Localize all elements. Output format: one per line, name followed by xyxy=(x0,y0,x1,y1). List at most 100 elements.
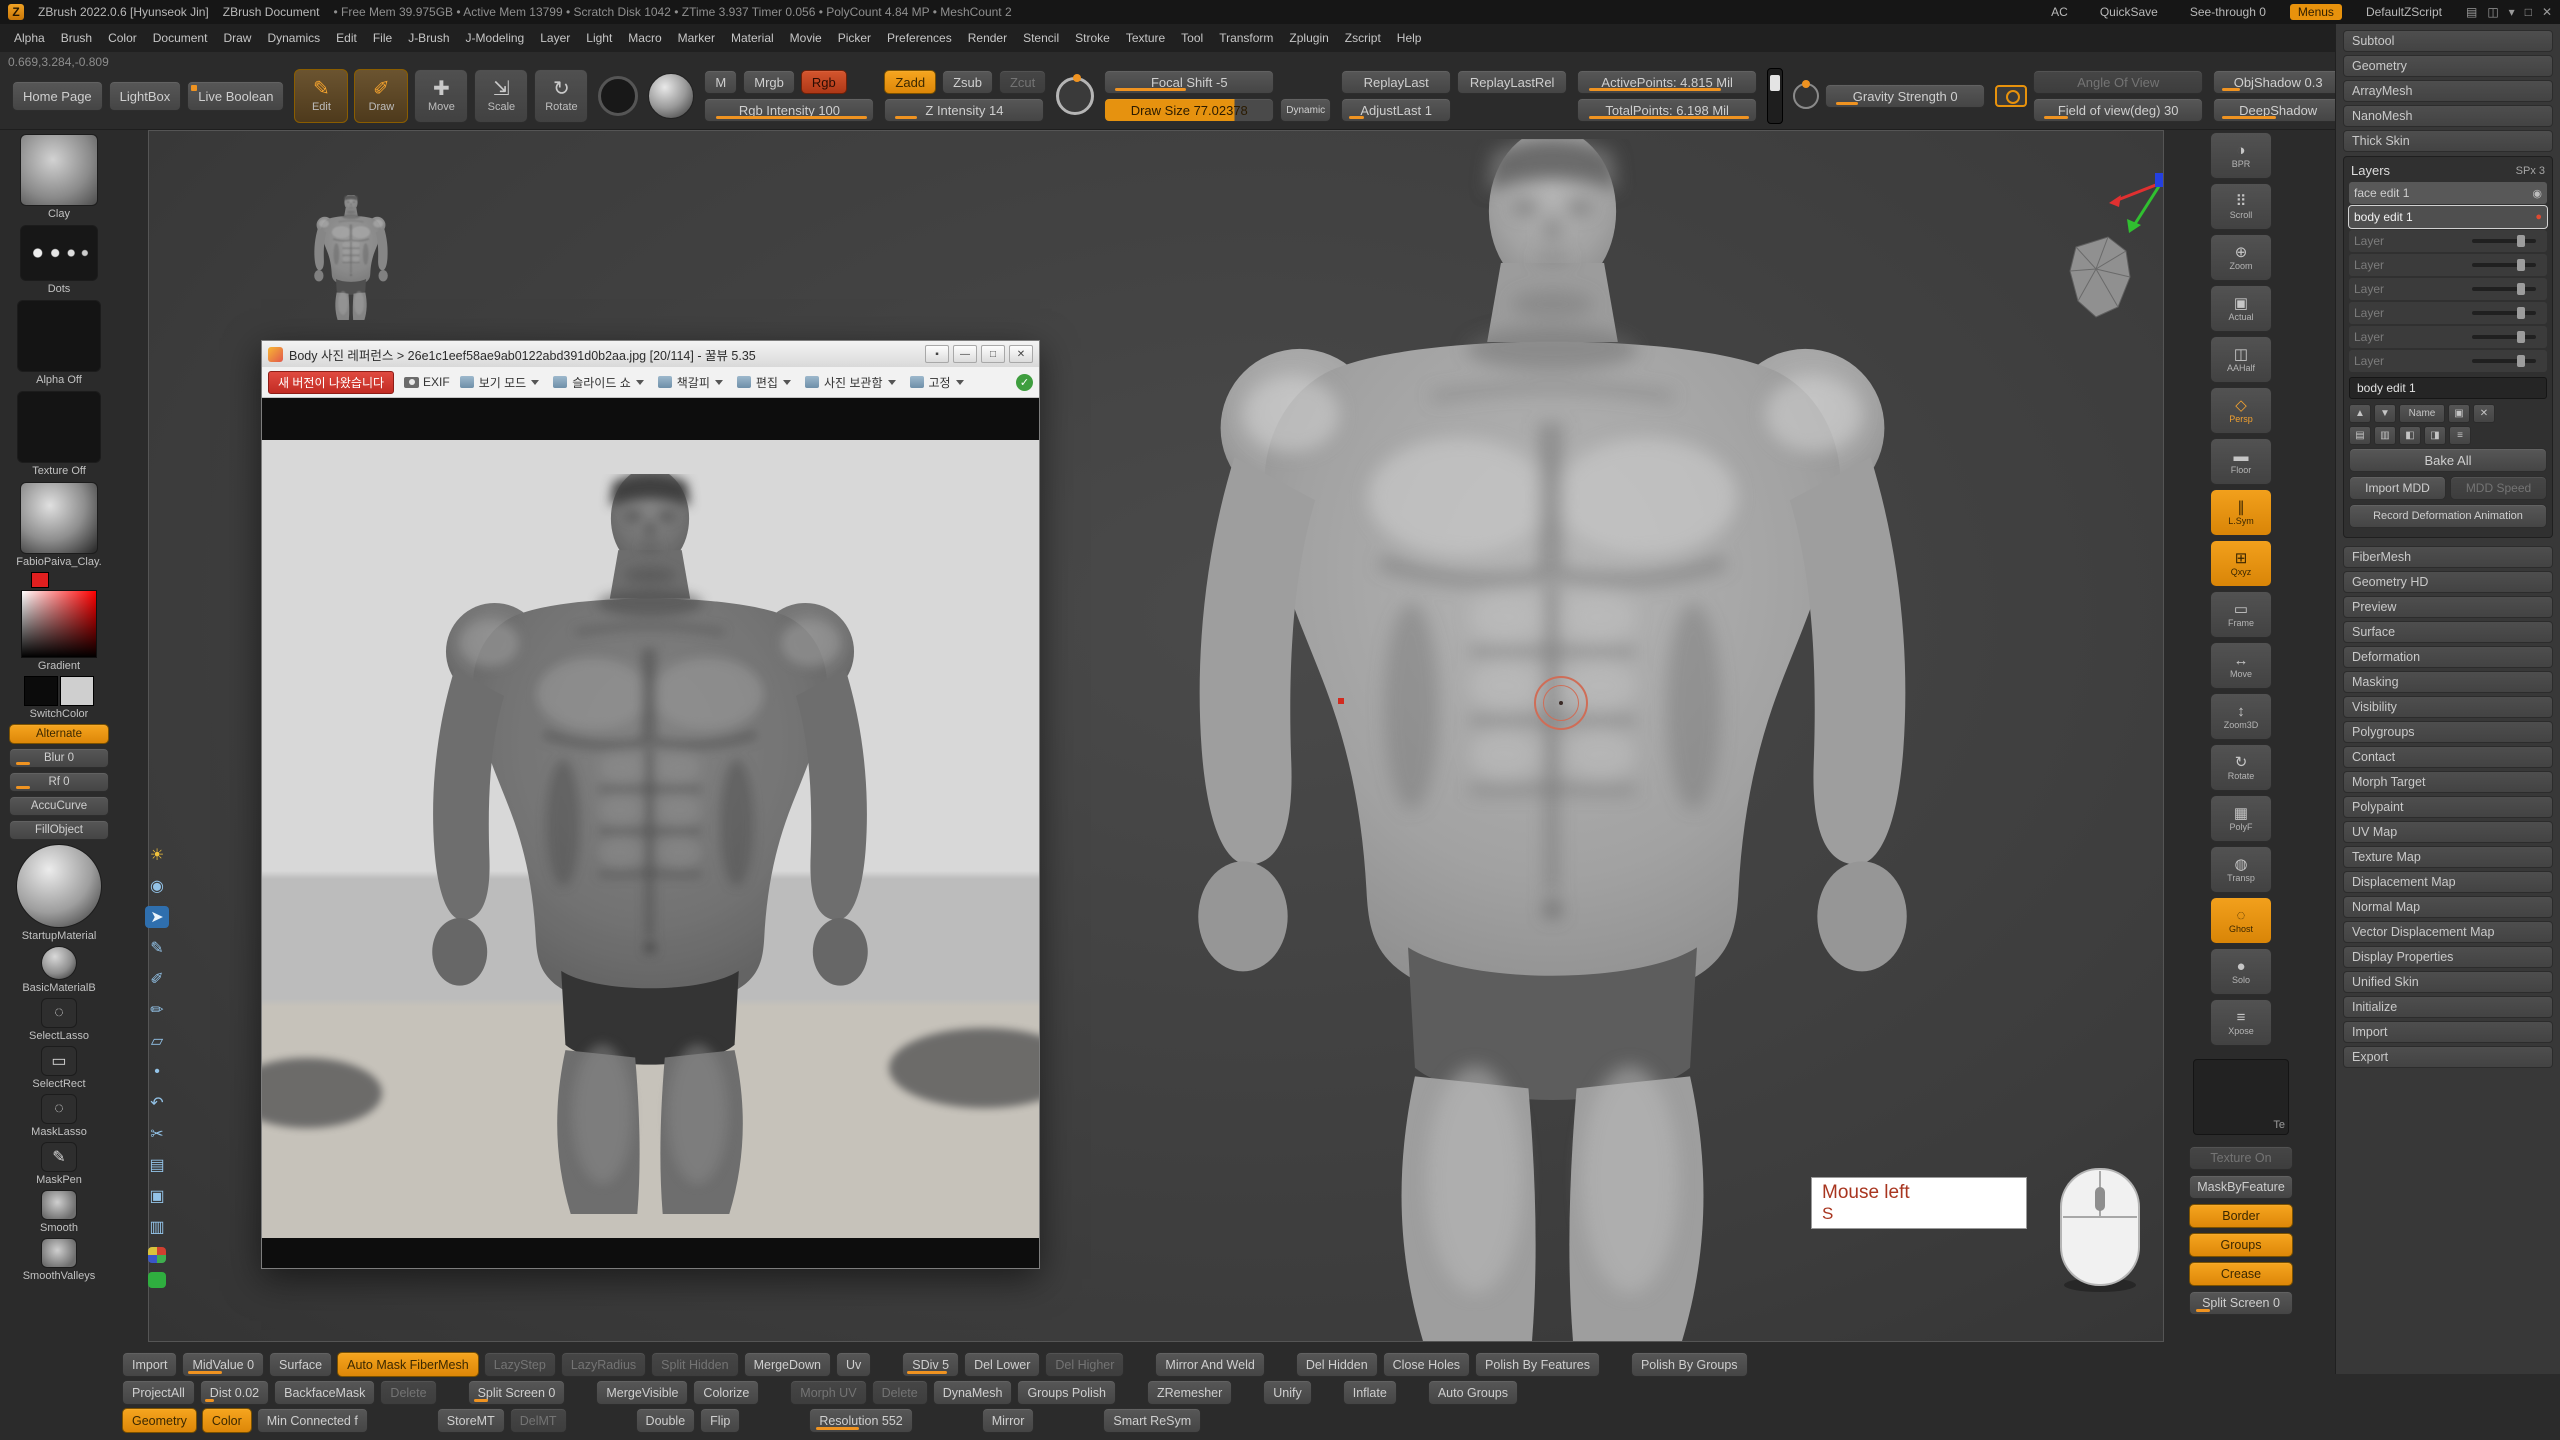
bottom-bar-button[interactable]: Geometry xyxy=(122,1408,197,1433)
menu-item[interactable]: Render xyxy=(960,24,1015,52)
tray-thumbnail[interactable] xyxy=(41,1190,77,1220)
obj-shadow-slider[interactable]: ObjShadow 0.3 xyxy=(2213,70,2343,94)
titlebar-quick-button[interactable]: Menus xyxy=(2290,4,2342,20)
rail-bottom-button[interactable]: Crease xyxy=(2189,1262,2293,1286)
shelf-nav-button[interactable]: Home Page xyxy=(12,81,103,111)
menu-item[interactable]: Zplugin xyxy=(1281,24,1336,52)
replay-last-rel-button[interactable]: ReplayLastRel xyxy=(1457,70,1567,94)
rail-button[interactable]: ⠿ Scroll xyxy=(2210,183,2272,230)
titlebar-icon[interactable]: ◫ xyxy=(2487,5,2498,19)
rgb-button[interactable]: Rgb xyxy=(801,70,847,94)
tray-thumbnail[interactable] xyxy=(17,391,101,463)
shelf-nav-button[interactable]: Live Boolean xyxy=(187,81,284,111)
bottom-bar-button[interactable]: Groups Polish xyxy=(1017,1380,1116,1405)
rail-button[interactable]: ◇ Persp xyxy=(2210,387,2272,434)
menu-item[interactable]: Alpha xyxy=(6,24,53,52)
tray-thumbnail[interactable] xyxy=(41,1238,77,1268)
bottom-bar-button[interactable]: Resolution 552 xyxy=(809,1408,912,1433)
bottom-bar-button[interactable]: Split Hidden xyxy=(651,1352,738,1377)
palette-section[interactable]: Subtool xyxy=(2343,30,2553,52)
layer-intensity-slider[interactable] xyxy=(2472,335,2536,339)
layer-intensity-slider[interactable] xyxy=(2472,287,2536,291)
mdd-speed-button[interactable]: MDD Speed xyxy=(2450,476,2547,500)
mono-button[interactable]: M xyxy=(704,70,737,94)
titlebar-icon[interactable]: ✕ xyxy=(2542,5,2552,19)
side-tool-icon[interactable]: ▤ xyxy=(145,1154,169,1176)
zadd-button[interactable]: Zadd xyxy=(884,70,936,94)
rail-button[interactable]: ∥ L.Sym xyxy=(2210,489,2272,536)
tray-thumbnail[interactable] xyxy=(17,300,101,372)
bottom-bar-button[interactable]: Del Higher xyxy=(1045,1352,1124,1377)
layer-reorder-button[interactable]: ▲ xyxy=(2349,404,2371,423)
palette-section[interactable]: Import xyxy=(2343,1021,2553,1043)
rail-button[interactable]: ◌ Ghost xyxy=(2210,897,2272,944)
dynamic-toggle[interactable]: Dynamic xyxy=(1280,98,1331,122)
tray-selector[interactable]: SmoothValleys xyxy=(23,1238,96,1282)
deep-shadow-slider[interactable]: DeepShadow xyxy=(2213,98,2343,122)
layer-intensity-slider[interactable] xyxy=(2472,239,2536,243)
rail-button[interactable]: ⊕ Zoom xyxy=(2210,234,2272,281)
tray-selector[interactable]: Texture Off xyxy=(17,391,101,477)
transform-tool-button[interactable]: ⇲ Scale xyxy=(474,69,528,123)
palette-section[interactable]: Initialize xyxy=(2343,996,2553,1018)
bottom-bar-button[interactable]: Auto Groups xyxy=(1428,1380,1518,1405)
side-tool-icon[interactable]: ☀ xyxy=(145,844,169,866)
sculpt-model[interactable] xyxy=(1071,139,2034,1342)
rail-button[interactable]: ▣ Actual xyxy=(2210,285,2272,332)
menu-item[interactable]: Material xyxy=(723,24,782,52)
draw-size-slider[interactable]: Draw Size 77.02378 xyxy=(1104,98,1274,122)
menu-item[interactable]: Movie xyxy=(782,24,830,52)
bottom-bar-button[interactable]: Min Connected f xyxy=(257,1408,368,1433)
menu-item[interactable]: Zscript xyxy=(1337,24,1389,52)
side-tool-icon[interactable]: ✏ xyxy=(145,999,169,1021)
bottom-bar-button[interactable]: Surface xyxy=(269,1352,332,1377)
palette-section[interactable]: Geometry HD xyxy=(2343,571,2553,593)
rail-bottom-button[interactable]: Texture On xyxy=(2189,1146,2293,1170)
tray-button[interactable]: Blur 0 xyxy=(9,748,109,768)
palette-section[interactable]: UV Map xyxy=(2343,821,2553,843)
secondary-color-swatch[interactable] xyxy=(60,676,94,706)
color-picker[interactable]: Gradient xyxy=(21,572,97,672)
transform-tool-button[interactable]: ✐ Draw xyxy=(354,69,408,123)
tray-button[interactable]: Alternate xyxy=(9,724,109,744)
rail-button[interactable]: ▦ PolyF xyxy=(2210,795,2272,842)
tray-selector[interactable]: ◌ MaskLasso xyxy=(31,1094,87,1138)
tray-thumbnail[interactable]: ▭ xyxy=(41,1046,77,1076)
menu-item[interactable]: Marker xyxy=(670,24,723,52)
side-tool-icon[interactable]: • xyxy=(145,1061,169,1083)
bottom-bar-button[interactable]: Colorize xyxy=(693,1380,759,1405)
titlebar-quick-button[interactable]: AC xyxy=(2043,4,2076,20)
angle-of-view-button[interactable]: Angle Of View xyxy=(2033,70,2203,94)
rail-button[interactable]: ● Solo xyxy=(2210,948,2272,995)
menu-item[interactable]: Texture xyxy=(1118,24,1173,52)
stroke-preview[interactable] xyxy=(598,76,638,116)
layer-name-field[interactable]: body edit 1 xyxy=(2349,377,2547,399)
rail-bottom-button[interactable]: MaskByFeature xyxy=(2189,1175,2293,1199)
photo-window-button[interactable]: ▪ xyxy=(925,345,949,363)
tray-selector[interactable]: Smooth xyxy=(40,1190,78,1234)
layer-tool-button[interactable]: ◨ xyxy=(2424,426,2446,445)
titlebar-icon[interactable]: ▤ xyxy=(2466,5,2477,19)
rail-bottom-button[interactable]: Border xyxy=(2189,1204,2293,1228)
palette-section[interactable]: Geometry xyxy=(2343,55,2553,77)
bottom-bar-button[interactable]: Polish By Groups xyxy=(1631,1352,1748,1377)
transform-tool-button[interactable]: ↻ Rotate xyxy=(534,69,588,123)
tray-thumbnail[interactable]: ✎ xyxy=(41,1142,77,1172)
rail-button[interactable]: ◑ BPR xyxy=(2210,132,2272,179)
texture-preview[interactable]: Te xyxy=(2193,1059,2289,1135)
bottom-bar-button[interactable]: MidValue 0 xyxy=(182,1352,264,1377)
menu-item[interactable]: J-Modeling xyxy=(458,24,533,52)
tray-selector[interactable]: Clay xyxy=(20,134,98,220)
bottom-bar-button[interactable]: Inflate xyxy=(1343,1380,1397,1405)
brush-size-preview[interactable] xyxy=(1056,77,1094,115)
zcut-button[interactable]: Zcut xyxy=(999,70,1046,94)
bottom-bar-button[interactable]: Split Screen 0 xyxy=(468,1380,566,1405)
bottom-bar-button[interactable]: Close Holes xyxy=(1383,1352,1470,1377)
rail-button[interactable]: ▭ Frame xyxy=(2210,591,2272,638)
photo-viewer-menu[interactable]: 편집 xyxy=(737,374,791,391)
rail-bottom-button[interactable]: Groups xyxy=(2189,1233,2293,1257)
layer-row[interactable]: face edit 1 ◉ xyxy=(2349,182,2547,204)
palette-section[interactable]: Thick Skin xyxy=(2343,130,2553,152)
rail-button[interactable]: ≡ Xpose xyxy=(2210,999,2272,1046)
palette-section[interactable]: Polypaint xyxy=(2343,796,2553,818)
